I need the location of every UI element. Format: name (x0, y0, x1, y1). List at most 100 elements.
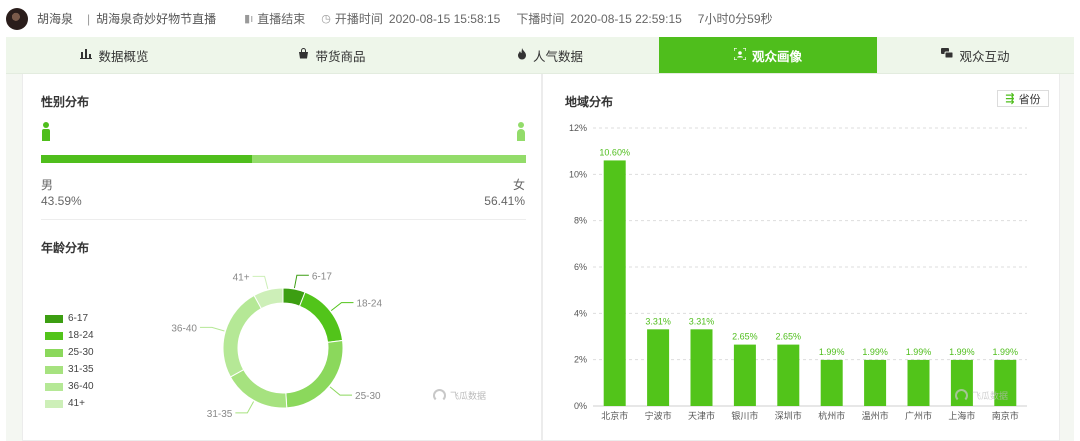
y-tick-label: 2% (574, 355, 587, 365)
gender-ratio-bar[interactable] (41, 155, 526, 163)
donut-label: 18-24 (356, 299, 382, 310)
donut-leader-line (199, 326, 225, 332)
duration-info: 7小时0分59秒 (698, 10, 773, 27)
x-tick-label: 杭州市 (818, 410, 845, 421)
bar-chart-icon (80, 48, 93, 62)
y-tick-label: 12% (569, 123, 587, 133)
donut-label: 41+ (233, 272, 250, 283)
x-tick-label: 广州市 (905, 410, 932, 421)
female-icon (516, 122, 526, 142)
bar-data-label: 10.60% (599, 147, 630, 157)
watermark-logo-icon (955, 389, 968, 402)
chat-icon (941, 48, 954, 62)
tab-label: 带货商品 (315, 49, 366, 64)
male-label: 男 (41, 178, 54, 192)
duration-value: 7小时0分59秒 (697, 12, 773, 26)
bar[interactable] (647, 329, 670, 406)
x-tick-label: 银川市 (731, 410, 758, 421)
y-tick-label: 8% (574, 216, 587, 226)
tab-popularity[interactable]: 人气数据 (441, 37, 659, 73)
donut-slice[interactable] (285, 339, 344, 409)
tab-label: 数据概览 (98, 49, 149, 64)
bar-data-label: 2.65% (776, 332, 802, 342)
donut-leader-line (329, 386, 353, 396)
y-tick-label: 0% (574, 401, 587, 411)
donut-slice[interactable] (298, 291, 344, 343)
bar-data-label: 2.65% (732, 332, 758, 342)
male-icon (41, 122, 51, 142)
bar-data-label: 1.99% (949, 347, 975, 357)
watermark: 飞瓜数据 (955, 389, 1008, 402)
age-donut-chart[interactable]: 6-17 18-24 25-30 31-35 36-40 41+ (23, 239, 543, 439)
section-divider (41, 219, 526, 220)
bar[interactable] (733, 344, 756, 406)
x-tick-label: 深圳市 (775, 410, 802, 421)
bar[interactable] (907, 359, 930, 406)
female-percentage: 56.41% (484, 194, 525, 208)
tab-audience-interaction[interactable]: 观众互动 (877, 37, 1074, 73)
page-gutter-right (1060, 74, 1074, 441)
x-tick-label: 北京市 (601, 410, 628, 421)
y-tick-label: 10% (569, 169, 587, 179)
bar[interactable] (820, 359, 843, 406)
start-time-label: 开播时间 (334, 12, 383, 26)
donut-label: 31-35 (207, 409, 233, 420)
donut-leader-line (293, 274, 309, 289)
gender-age-panel: 性别分布 男 43.59% 女 56.41% 年龄分布 6-17 18-24 2… (22, 74, 542, 441)
bar[interactable] (777, 344, 800, 406)
bar-data-label: 1.99% (862, 347, 888, 357)
live-status-label: 直播结束 (257, 12, 306, 26)
end-time-info: 下播时间 2020-08-15 22:59:15 (516, 10, 681, 27)
analysis-tabs: 数据概览 带货商品 人气数据 观众画像 观众互动 (6, 37, 1074, 74)
page-gutter-left (6, 74, 22, 441)
donut-label: 25-30 (355, 391, 381, 402)
portrait-scan-icon (733, 46, 747, 63)
male-ratio-fill (41, 155, 253, 163)
tab-data-overview[interactable]: 数据概览 (6, 37, 223, 73)
signal-icon: ▮ı (244, 13, 254, 25)
y-tick-label: 6% (574, 262, 587, 272)
tab-label: 观众画像 (751, 49, 802, 64)
donut-leader-line (252, 275, 269, 290)
end-time-label: 下播时间 (516, 12, 565, 26)
bar[interactable] (603, 160, 626, 406)
live-status: ▮ı 直播结束 (244, 10, 305, 27)
donut-leader-line (330, 302, 354, 312)
bar-data-label: 1.99% (906, 347, 932, 357)
donut-label: 36-40 (171, 323, 197, 334)
live-header: 胡海泉 | 胡海泉奇妙好物节直播 ▮ı 直播结束 ◷ 开播时间 2020-08-… (0, 0, 1080, 37)
anchor-name[interactable]: 胡海泉 (37, 10, 73, 27)
region-bar-chart[interactable]: 0% 2% 4% 6% 8% 10% 12% 10.60% 北京市 3.31% 宁波市 3.31% 天津… (543, 74, 1061, 424)
tab-products[interactable]: 带货商品 (223, 37, 441, 73)
x-tick-label: 温州市 (862, 410, 889, 421)
donut-slice[interactable] (229, 369, 288, 409)
header-separator: | (87, 11, 91, 26)
donut-leader-line (235, 401, 255, 414)
bar[interactable] (690, 329, 713, 406)
gender-section-title: 性别分布 (41, 95, 90, 109)
x-tick-label: 南京市 (992, 410, 1019, 421)
watermark: 飞瓜数据 (433, 389, 486, 402)
bar[interactable] (864, 359, 887, 406)
flame-icon (517, 47, 527, 63)
bar-data-label: 3.31% (689, 316, 715, 326)
tab-label: 观众互动 (959, 49, 1010, 64)
end-time-value: 2020-08-15 22:59:15 (570, 11, 682, 26)
bar-data-label: 3.31% (645, 316, 671, 326)
watermark-text: 飞瓜数据 (450, 391, 487, 401)
live-room-title[interactable]: 胡海泉奇妙好物节直播 (96, 10, 216, 27)
bar-data-label: 1.99% (819, 347, 845, 357)
male-percentage: 43.59% (41, 194, 82, 208)
x-tick-label: 上海市 (948, 410, 975, 421)
female-label: 女 (512, 178, 525, 192)
watermark-text: 飞瓜数据 (972, 391, 1009, 401)
donut-slice[interactable] (222, 294, 262, 378)
donut-label: 6-17 (312, 271, 332, 282)
shopping-bag-icon (298, 48, 309, 62)
anchor-avatar[interactable] (6, 7, 28, 30)
x-tick-label: 天津市 (688, 410, 715, 421)
x-tick-label: 宁波市 (645, 410, 672, 421)
start-time-value: 2020-08-15 15:58:15 (388, 11, 501, 26)
tab-audience-portrait[interactable]: 观众画像 (659, 37, 877, 73)
bar-data-label: 1.99% (993, 347, 1019, 357)
